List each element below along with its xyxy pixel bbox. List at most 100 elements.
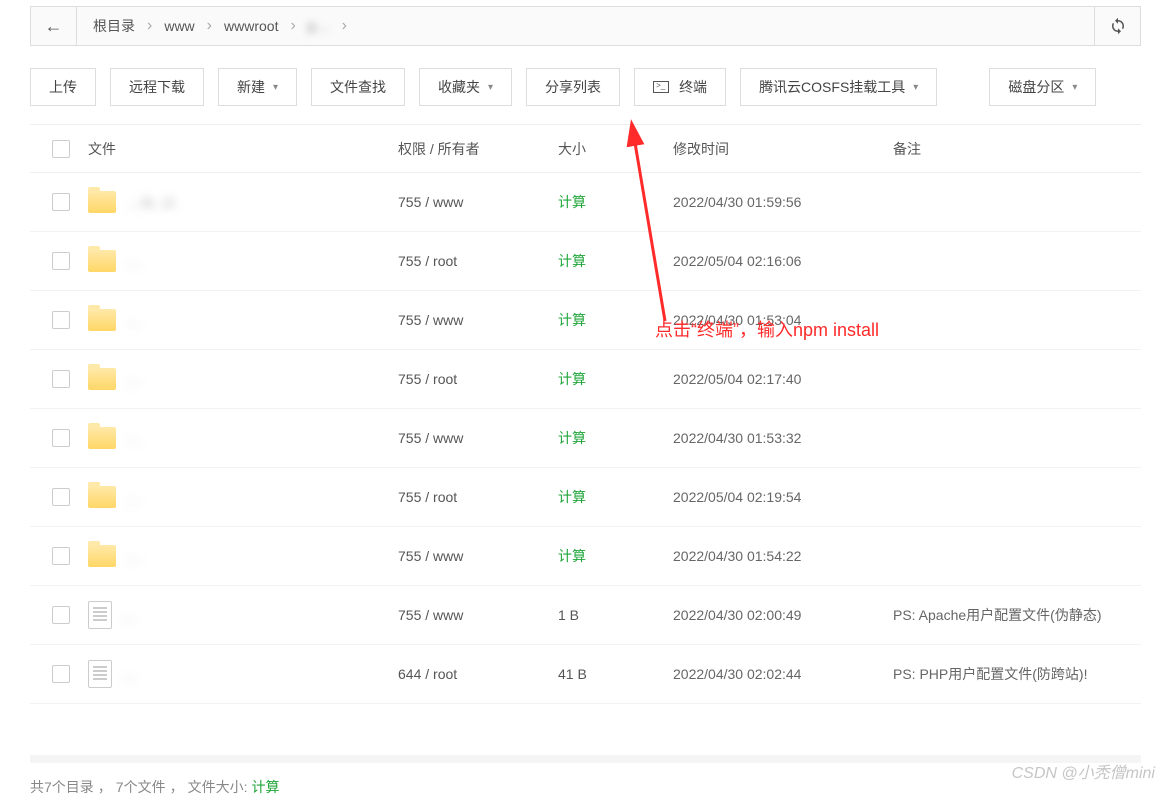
size-cell[interactable]: 计算 <box>550 487 665 507</box>
table-row[interactable]: … 755 / root计算2022/05/04 02:17:40 <box>30 350 1141 409</box>
size-cell: 1 B <box>550 607 665 623</box>
terminal-icon <box>653 81 669 93</box>
disk-partition-button[interactable]: 磁盘分区▾ <box>989 68 1096 106</box>
terminal-button[interactable]: 终端 <box>634 68 726 106</box>
modified-time: 2022/05/04 02:17:40 <box>665 371 885 387</box>
remark-cell: PS: Apache用户配置文件(伪静态) <box>885 605 1141 625</box>
chevron-right-icon: › <box>143 17 156 35</box>
table-row[interactable]: … 755 / www计算2022/04/30 01:53:04 <box>30 291 1141 350</box>
dir-count: 共7个目录 <box>30 777 94 797</box>
file-name[interactable]: … <box>126 430 186 446</box>
select-all-checkbox[interactable] <box>52 140 70 158</box>
file-icon <box>88 601 112 629</box>
row-checkbox[interactable] <box>52 311 70 329</box>
col-name[interactable]: 文件 <box>80 139 390 159</box>
perm-owner[interactable]: 644 / root <box>390 666 550 682</box>
size-cell[interactable]: 计算 <box>550 310 665 330</box>
share-list-button[interactable]: 分享列表 <box>526 68 620 106</box>
favorites-label: 收藏夹 <box>438 77 480 97</box>
file-table: 文件 权限 / 所有者 大小 修改时间 备注 …-k…n755 / www计算2… <box>30 124 1141 704</box>
file-name[interactable]: … <box>126 371 186 387</box>
modified-time: 2022/04/30 01:54:22 <box>665 548 885 564</box>
chevron-right-icon: › <box>338 17 351 35</box>
col-mtime[interactable]: 修改时间 <box>665 139 885 159</box>
col-perm[interactable]: 权限 / 所有者 <box>390 139 550 159</box>
table-row[interactable]: …755 / www计算2022/04/30 01:53:32 <box>30 409 1141 468</box>
file-count: 7个文件 <box>116 777 166 797</box>
chevron-down-icon: ▾ <box>273 82 278 93</box>
file-name[interactable]: … <box>122 666 182 682</box>
crumb-wwwroot[interactable]: wwwroot <box>218 18 284 34</box>
folder-icon <box>88 250 116 272</box>
modified-time: 2022/05/04 02:16:06 <box>665 253 885 269</box>
file-icon <box>88 660 112 688</box>
row-checkbox[interactable] <box>52 488 70 506</box>
file-name[interactable]: … <box>122 607 182 623</box>
folder-icon <box>88 191 116 213</box>
file-name[interactable]: … <box>126 312 186 328</box>
crumb-redacted[interactable]: p… <box>302 18 336 34</box>
size-cell[interactable]: 计算 <box>550 251 665 271</box>
file-search-button[interactable]: 文件查找 <box>311 68 405 106</box>
size-cell[interactable]: 计算 <box>550 428 665 448</box>
file-search-label: 文件查找 <box>330 77 386 97</box>
perm-owner[interactable]: 755 / www <box>390 194 550 210</box>
size-cell[interactable]: 计算 <box>550 192 665 212</box>
perm-owner[interactable]: 755 / root <box>390 253 550 269</box>
breadcrumb: 根目录 › www › wwwroot › p… › <box>77 7 1094 45</box>
table-row[interactable]: … 755 / www1 B2022/04/30 02:00:49PS: Apac… <box>30 586 1141 645</box>
modified-time: 2022/04/30 01:59:56 <box>665 194 885 210</box>
perm-owner[interactable]: 755 / www <box>390 548 550 564</box>
refresh-button[interactable] <box>1094 7 1140 45</box>
row-checkbox[interactable] <box>52 193 70 211</box>
table-row[interactable]: …-k…n 755 / www计算2022/04/30 01:59:56 <box>30 173 1141 232</box>
perm-owner[interactable]: 755 / www <box>390 312 550 328</box>
cosfs-button[interactable]: 腾讯云COSFS挂载工具▾ <box>740 68 937 106</box>
file-name[interactable]: …-k…n <box>126 194 186 210</box>
modified-time: 2022/05/04 02:19:54 <box>665 489 885 505</box>
table-header: 文件 权限 / 所有者 大小 修改时间 备注 <box>30 125 1141 173</box>
back-button[interactable]: ← <box>31 7 77 45</box>
favorites-button[interactable]: 收藏夹▾ <box>419 68 512 106</box>
size-calc-link[interactable]: 计算 <box>251 777 279 797</box>
col-remark[interactable]: 备注 <box>885 139 1141 159</box>
modified-time: 2022/04/30 02:02:44 <box>665 666 885 682</box>
folder-icon <box>88 309 116 331</box>
table-row[interactable]: … 755 / root计算2022/05/04 02:16:06 <box>30 232 1141 291</box>
perm-owner[interactable]: 755 / www <box>390 430 550 446</box>
file-name[interactable]: … <box>126 253 186 269</box>
table-row[interactable]: … 755 / root计算2022/05/04 02:19:54 <box>30 468 1141 527</box>
chevron-right-icon: › <box>286 17 299 35</box>
size-cell[interactable]: 计算 <box>550 546 665 566</box>
table-row[interactable]: … 755 / www计算2022/04/30 01:54:22 <box>30 527 1141 586</box>
perm-owner[interactable]: 755 / root <box>390 371 550 387</box>
col-size[interactable]: 大小 <box>550 139 665 159</box>
row-checkbox[interactable] <box>52 429 70 447</box>
upload-button[interactable]: 上传 <box>30 68 96 106</box>
file-name[interactable]: … <box>126 548 186 564</box>
folder-icon <box>88 368 116 390</box>
horizontal-scrollbar[interactable] <box>30 755 1141 763</box>
cosfs-label: 腾讯云COSFS挂载工具 <box>759 77 905 97</box>
row-checkbox[interactable] <box>52 547 70 565</box>
refresh-icon <box>1109 17 1127 35</box>
file-name[interactable]: … <box>126 489 186 505</box>
modified-time: 2022/04/30 02:00:49 <box>665 607 885 623</box>
remote-download-button[interactable]: 远程下载 <box>110 68 204 106</box>
status-bar: 共7个目录， 7个文件， 文件大小: 计算 <box>30 777 279 797</box>
table-row[interactable]: …644 / root41 B2022/04/30 02:02:44PS: PH… <box>30 645 1141 704</box>
toolbar: 上传 远程下载 新建▾ 文件查找 收藏夹▾ 分享列表 终端 腾讯云COSFS挂载… <box>0 46 1171 124</box>
perm-owner[interactable]: 755 / www <box>390 607 550 623</box>
size-cell[interactable]: 计算 <box>550 369 665 389</box>
row-checkbox[interactable] <box>52 370 70 388</box>
chevron-right-icon: › <box>203 17 216 35</box>
row-checkbox[interactable] <box>52 606 70 624</box>
row-checkbox[interactable] <box>52 665 70 683</box>
perm-owner[interactable]: 755 / root <box>390 489 550 505</box>
new-button[interactable]: 新建▾ <box>218 68 297 106</box>
modified-time: 2022/04/30 01:53:04 <box>665 312 885 328</box>
crumb-www[interactable]: www <box>158 18 200 34</box>
crumb-root[interactable]: 根目录 <box>87 16 141 36</box>
row-checkbox[interactable] <box>52 252 70 270</box>
share-list-label: 分享列表 <box>545 77 601 97</box>
